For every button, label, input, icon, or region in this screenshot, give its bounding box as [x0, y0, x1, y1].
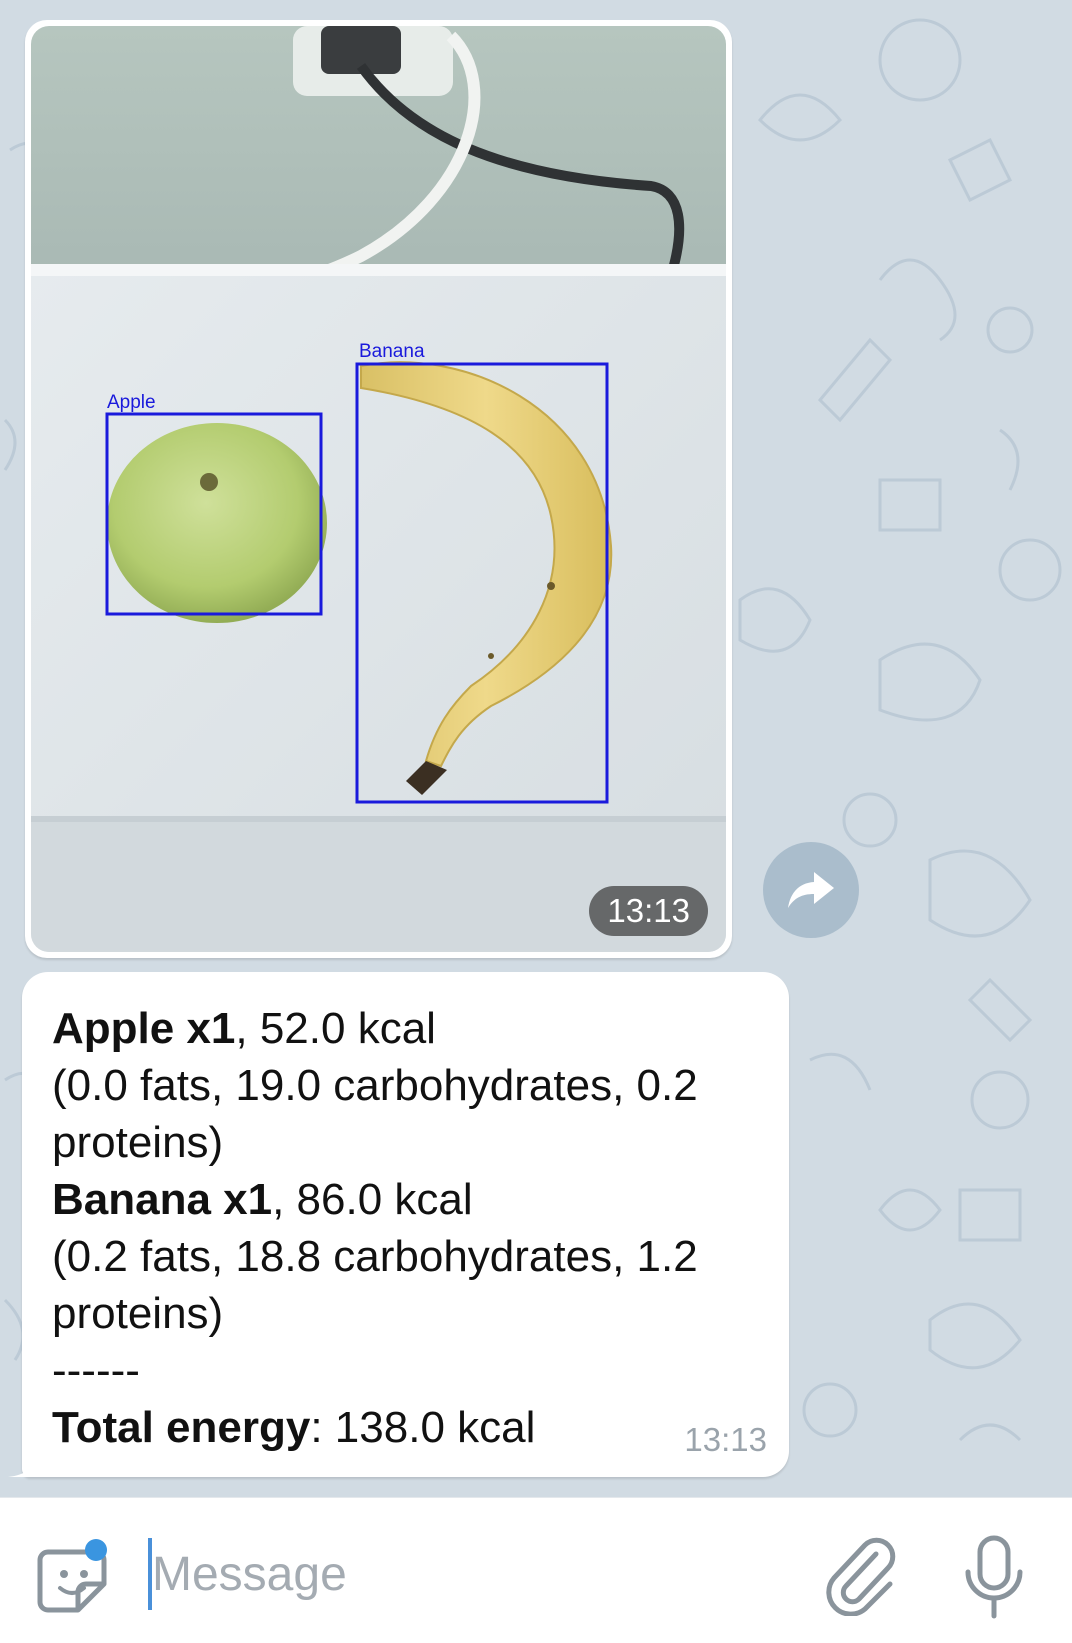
banana-kcal: , 86.0 kcal: [272, 1175, 473, 1224]
banana-item-name: Banana x1: [52, 1175, 273, 1224]
apple-kcal: , 52.0 kcal: [235, 1004, 436, 1053]
banana-macros-line-2: proteins): [52, 1289, 224, 1338]
banana-macros-line-1: (0.2 fats, 18.8 carbohydrates, 1.2: [52, 1232, 698, 1281]
apple-item-name: Apple x1: [52, 1004, 236, 1053]
paperclip-icon: [826, 1537, 896, 1617]
apple-detection-label: Apple: [107, 392, 156, 413]
microphone-icon: [965, 1535, 1023, 1619]
photo-message-bubble[interactable]: Apple Banana 13:13: [25, 20, 732, 958]
message-timestamp: 13:13: [684, 1421, 767, 1458]
message-input-bar: [0, 1497, 1072, 1643]
message-input[interactable]: [152, 1538, 772, 1610]
separator-line: ------: [52, 1346, 140, 1395]
forward-icon: [788, 872, 834, 908]
total-energy-label: Total energy: [52, 1403, 311, 1452]
nutrition-message-bubble[interactable]: Apple x1, 52.0 kcal (0.0 fats, 19.0 carb…: [8, 972, 789, 1477]
apple-macros-line-1: (0.0 fats, 19.0 carbohydrates, 0.2: [52, 1061, 698, 1110]
attach-button[interactable]: [818, 1532, 902, 1617]
total-energy-line: Total energy: 138.0 kcal: [52, 1399, 759, 1456]
apple-macros-line-2: proteins): [52, 1118, 224, 1167]
banana-summary-line: Banana x1, 86.0 kcal: [52, 1171, 759, 1228]
forward-button[interactable]: [763, 842, 859, 938]
detection-photo[interactable]: Apple Banana 13:13: [31, 26, 726, 952]
total-energy-value: : 138.0 kcal: [310, 1403, 536, 1452]
banana-detection-label: Banana: [359, 341, 425, 362]
microphone-button[interactable]: [956, 1532, 1032, 1624]
bubble-tail: [8, 1453, 38, 1477]
food-photo-image: Apple Banana: [31, 26, 726, 952]
sticker-icon: [37, 1539, 107, 1613]
notification-dot: [85, 1539, 107, 1561]
sticker-button[interactable]: [36, 1538, 116, 1618]
apple-summary-line: Apple x1, 52.0 kcal: [52, 1000, 759, 1057]
photo-timestamp: 13:13: [589, 886, 708, 936]
